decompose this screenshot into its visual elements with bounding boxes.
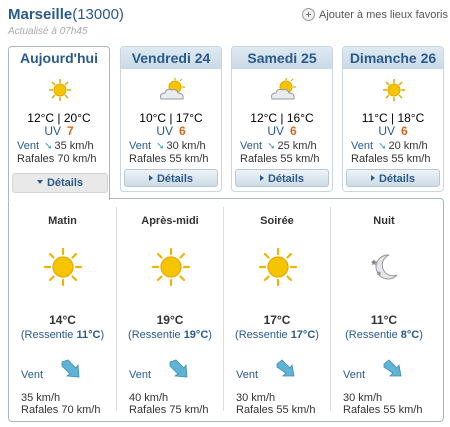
uv-value: 6 (400, 124, 408, 138)
day-card-today[interactable]: Aujourd'hui 12°C | 20°C UV 7 Vent ➘ 35 km/… (8, 46, 110, 200)
partly-cloudy-icon (160, 78, 185, 100)
details-button[interactable]: Détails (346, 169, 440, 187)
period-gust: Rafales 75 km/h (129, 404, 209, 416)
add-favorite-label: Ajouter à mes lieux favoris (319, 8, 448, 21)
period-gust: Rafales 70 km/h (21, 404, 101, 416)
period-feel: (Ressentie 8°C) (345, 329, 423, 341)
day-gust: Rafales 55 km/h (351, 153, 431, 165)
period-title: Soirée (260, 215, 294, 227)
sun-icon (383, 79, 405, 101)
sun-icon (49, 79, 71, 101)
period-temp: 17°C (263, 313, 291, 327)
sun-icon (151, 247, 191, 287)
uv-value: 7 (66, 124, 74, 138)
period-soiree: Soirée 17°C (Ressentie 17°C) Vent 30 km/… (223, 207, 330, 416)
wind-label: Vent (21, 369, 44, 381)
day-title: Vendredi 24 (121, 47, 221, 69)
details-panel: Matin 14°C (Ressentie 11°C) Vent 35 km/h… (8, 198, 444, 422)
add-favorite-button[interactable]: Ajouter à mes lieux favoris (302, 8, 448, 21)
details-button[interactable]: Détails (124, 169, 218, 187)
details-button[interactable]: Détails (235, 169, 329, 187)
period-wind-speed: 35 km/h (21, 392, 61, 404)
city-title: Marseille(13000) (8, 6, 124, 23)
wind-arrow-icon: ➘ (156, 141, 165, 152)
period-gust: Rafales 55 km/h (343, 404, 423, 416)
period-feel: (Ressentie 17°C) (235, 329, 319, 341)
period-title: Nuit (373, 215, 395, 227)
day-temps: 12°C | 20°C (27, 111, 91, 125)
day-title: Samedi 25 (232, 47, 332, 69)
sun-icon (43, 247, 83, 287)
wind-arrow-icon (276, 359, 295, 377)
wind-arrow-icon (383, 359, 402, 377)
wind-arrow-icon (169, 359, 188, 378)
postal-code: (13000) (72, 6, 124, 23)
wind-arrow-icon: ➘ (267, 141, 276, 152)
plus-icon (302, 8, 315, 21)
day-gust: Rafales 55 km/h (240, 153, 320, 165)
location-header: Marseille(13000) Actualisé à 07h45 Ajout… (8, 6, 448, 40)
wind-label: Vent (236, 369, 259, 381)
update-time: Actualisé à 07h45 (8, 26, 88, 37)
period-title: Après-midi (141, 215, 199, 227)
day-card-vendredi[interactable]: Vendredi 24 10°C | 17°C UV 6 Vent ➘ 30 km/… (120, 46, 222, 192)
uv-value: 6 (289, 124, 297, 138)
period-feel: (Ressentie 11°C) (20, 329, 105, 341)
period-gust: Rafales 55 km/h (236, 404, 316, 416)
uv-index: UV 6 (267, 124, 297, 138)
day-wind: Vent ➘ 20 km/h (351, 140, 428, 152)
uv-index: UV 6 (156, 124, 186, 138)
city-name: Marseille (8, 6, 73, 23)
day-gust: Rafales 55 km/h (129, 153, 209, 165)
day-temps: 11°C | 18°C (361, 111, 425, 125)
details-button[interactable]: Détails (12, 173, 108, 193)
period-feel: (Ressentie 19°C) (128, 329, 212, 341)
chevron-right-icon (259, 175, 264, 181)
period-wind-speed: 30 km/h (343, 392, 383, 404)
day-wind: Vent ➘ 35 km/h (17, 140, 94, 152)
wind-arrow-icon: ➘ (44, 141, 53, 152)
period-apres-midi: Après-midi 19°C (Ressentie 19°C) Vent 40… (116, 207, 223, 416)
period-temp: 11°C (370, 313, 398, 327)
day-wind: Vent ➘ 30 km/h (129, 140, 206, 152)
period-wind-speed: 30 km/h (236, 392, 276, 404)
period-temp: 14°C (49, 313, 76, 327)
daily-forecast: Aujourd'hui 12°C | 20°C UV 7 Vent ➘ 35 km/… (8, 46, 444, 200)
day-card-samedi[interactable]: Samedi 25 12°C | 16°C UV 6 Vent ➘ 25 km/h … (231, 46, 333, 192)
day-title: Dimanche 26 (343, 47, 443, 69)
day-gust: Rafales 70 km/h (17, 153, 97, 165)
day-temps: 10°C | 17°C (139, 111, 203, 125)
period-title: Matin (48, 215, 77, 227)
period-wind-speed: 40 km/h (129, 392, 169, 404)
uv-value: 6 (178, 124, 186, 138)
period-nuit: Nuit 11°C (Ressentie 8°C) Vent 30 km/h R… (330, 207, 437, 416)
uv-index: UV 6 (378, 124, 408, 138)
chevron-right-icon (148, 175, 153, 181)
partly-cloudy-icon (271, 78, 296, 100)
moon-icon (370, 254, 398, 280)
chevron-down-icon (36, 180, 43, 184)
wind-arrow-icon: ➘ (378, 141, 387, 152)
day-temps: 12°C | 16°C (250, 111, 314, 125)
wind-label: Vent (343, 369, 366, 381)
wind-label: Vent (129, 369, 152, 381)
sun-icon (258, 247, 298, 287)
day-card-dimanche[interactable]: Dimanche 26 11°C | 18°C UV 6 Vent ➘ 20 km/… (342, 46, 444, 192)
chevron-right-icon (370, 175, 375, 181)
day-wind: Vent ➘ 25 km/h (240, 140, 317, 152)
period-temp: 19°C (156, 313, 184, 327)
day-title: Aujourd'hui (9, 47, 109, 69)
period-matin: Matin 14°C (Ressentie 11°C) Vent 35 km/h… (9, 207, 116, 416)
wind-arrow-icon (61, 359, 80, 378)
uv-index: UV 7 (44, 124, 74, 138)
